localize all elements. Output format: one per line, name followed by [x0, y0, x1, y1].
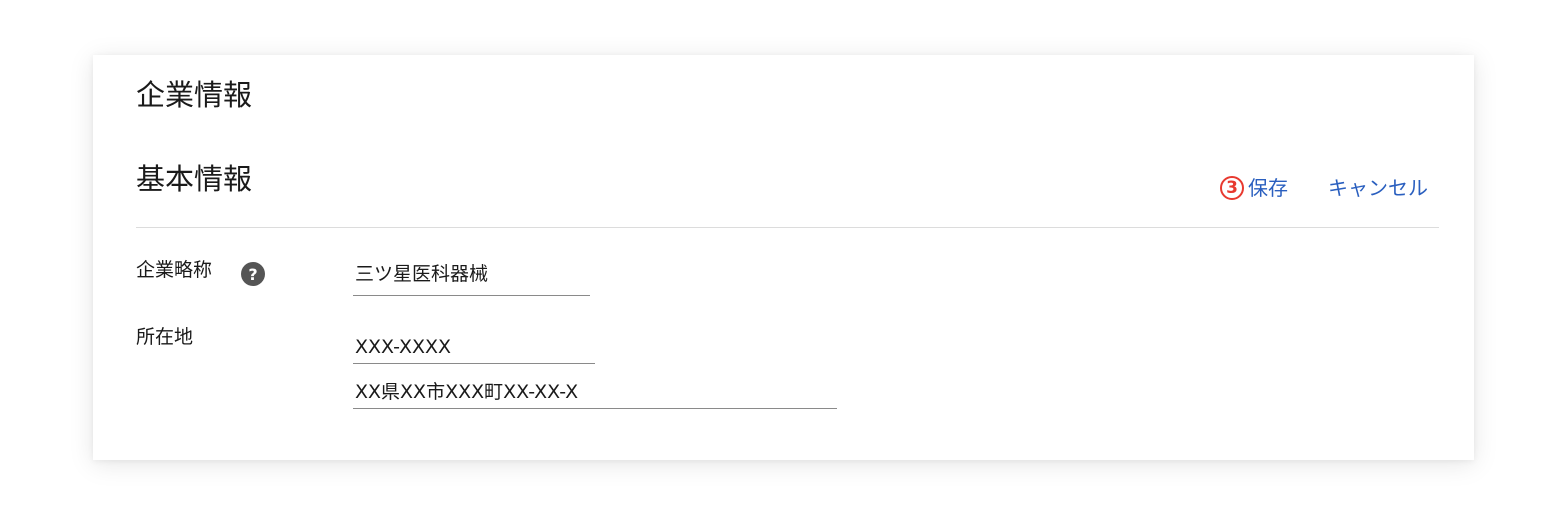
- company-short-name-label: 企業略称: [136, 259, 213, 281]
- company-short-name-input[interactable]: 三ツ星医科器械: [353, 260, 590, 296]
- page-title: 企業情報: [136, 78, 253, 112]
- save-button[interactable]: 保存: [1248, 172, 1288, 204]
- postal-code-input[interactable]: XXX-XXXX: [353, 333, 595, 364]
- cancel-button[interactable]: キャンセル: [1328, 172, 1428, 204]
- section-title: 基本情報: [136, 162, 253, 196]
- address-label: 所在地: [136, 326, 194, 348]
- form-actions: 3 保存 キャンセル: [1220, 172, 1428, 204]
- help-icon[interactable]: ?: [241, 262, 265, 286]
- step-number-badge: 3: [1220, 176, 1244, 200]
- street-address-input[interactable]: XX県XX市XXX町XX-XX-X: [353, 378, 837, 409]
- company-info-card: 企業情報 基本情報 3 保存 キャンセル 企業略称 ? 三ツ星医科器械 所在地 …: [93, 55, 1474, 460]
- section-divider: [136, 227, 1439, 228]
